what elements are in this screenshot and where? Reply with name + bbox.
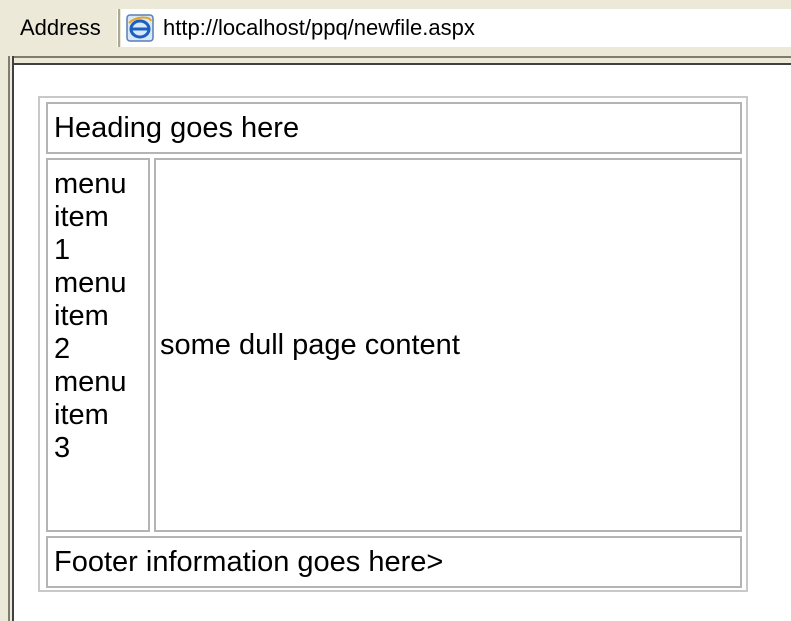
- page-heading: Heading goes here: [46, 102, 742, 154]
- menu-cell: menu item 1 menu item 2 menu item 3: [46, 158, 150, 532]
- page-content: some dull page content: [154, 158, 742, 532]
- address-url[interactable]: http://localhost/ppq/newfile.aspx: [163, 9, 475, 47]
- page-footer: Footer information goes here>: [46, 536, 742, 588]
- layout-table: Heading goes here menu item 1 menu item …: [38, 96, 748, 592]
- menu-item-3[interactable]: menu item 3: [54, 366, 144, 465]
- page-content-text: some dull page content: [160, 328, 460, 361]
- menu-item-1[interactable]: menu item 1: [54, 168, 144, 267]
- address-field[interactable]: http://localhost/ppq/newfile.aspx: [121, 9, 791, 47]
- browser-frame-left: [0, 56, 14, 621]
- menu-item-2[interactable]: menu item 2: [54, 267, 144, 366]
- browser-frame-top: [0, 56, 791, 65]
- address-toolbar: Address http://localhost/ppq/newfile.asp…: [0, 0, 791, 56]
- internet-explorer-icon: [126, 14, 154, 42]
- address-label: Address: [16, 9, 120, 47]
